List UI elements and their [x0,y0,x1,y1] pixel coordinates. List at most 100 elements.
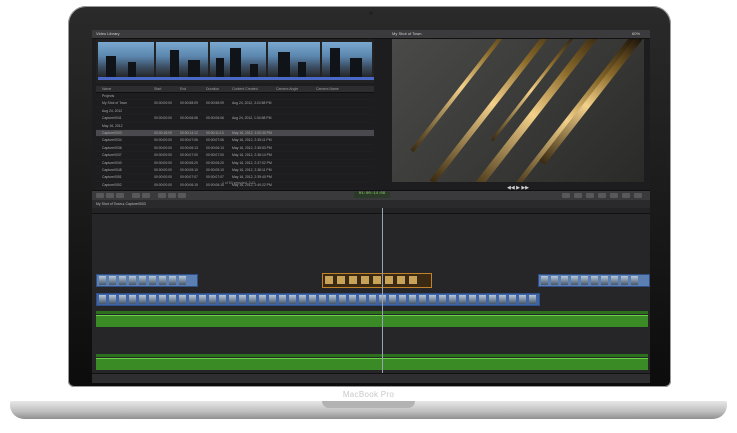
list-cell: Capture0036 [102,145,122,150]
audio-track-label [96,311,648,314]
list-cell: May 16, 2012, 2:39:40 PM [232,175,272,180]
column-header[interactable]: Start [154,87,161,91]
list-cell: 00:00:00:00 [154,116,172,121]
filmstrip-frame[interactable] [98,42,154,78]
list-cell: 00:00:07:07 [180,175,198,180]
music-button[interactable] [634,193,642,198]
append-button[interactable] [178,193,186,198]
column-header[interactable]: Name [102,87,111,91]
list-cell: 00:00:00:00 [154,167,172,172]
list-cell: Aug 24, 2012 [102,108,123,113]
list-cell: Capture0041 [102,116,122,121]
list-cell: May 16, 2012, 1:00:30 PM [232,130,272,135]
list-cell: 00:00:58:09 [180,101,198,106]
import-button[interactable] [96,193,104,198]
list-cell: 00:00:07:06 [180,138,198,143]
viewer-title: My Shot of Town [392,31,422,36]
list-cell: 00:00:06:06 [206,116,224,121]
list-cell: 00:00:06:20 [206,160,224,165]
list-item[interactable]: Capture0040 00:00:00:00 00:00:06:20 00:00:0… [96,160,374,167]
list-item[interactable]: Capture0041 00:00:00:00 00:00:06:06 00:00:0… [96,115,374,123]
list-cell: May 16, 2012 [102,123,123,128]
trim-tool-button[interactable] [142,193,150,198]
list-cell: 00:00:05:10 [206,167,224,172]
list-item[interactable]: Capture0034 00:00:00:00 00:00:07:06 00:00:0… [96,137,374,145]
filmstrip-frame[interactable] [210,42,266,78]
list-cell: 00:00:06:13 [180,145,198,150]
selection-range[interactable] [98,77,374,80]
column-header[interactable]: End [180,87,186,91]
list-item[interactable]: Capture0048 00:00:00:00 00:00:05:10 00:00:0… [96,167,374,175]
list-cell: 00:00:00:00 [154,138,172,143]
list-item[interactable]: Aug 24, 2012 [96,108,374,116]
titles-button[interactable] [586,193,594,198]
filmstrip-frame[interactable] [268,42,320,78]
timeline-header: My Shot of Town ▸ Capture0003 [92,200,650,208]
insert-button[interactable] [168,193,176,198]
color-button[interactable] [562,193,570,198]
column-header[interactable]: Camera Name [316,87,339,91]
transitions-button[interactable] [574,193,582,198]
list-cell: 00:00:00:00 [154,145,172,150]
list-cell: 00:00:07:07 [206,175,224,180]
list-cell: 00:00:06:13 [206,145,224,150]
list-cell: 00:00:00:00 [154,175,172,180]
title-bar: Video Library My Shot of Town 60% [92,30,650,39]
select-tool-button[interactable] [132,193,140,198]
list-cell: Aug 24, 2012, 3:24:58 PM [232,101,272,106]
keyword-button[interactable] [106,193,114,198]
list-cell: May 16, 2012, 2:37:02 PM [232,160,272,165]
list-cell: Capture0052 [102,182,122,187]
list-cell: 00:00:58:09 [206,101,224,106]
column-header[interactable]: Content Created [232,87,258,91]
list-item[interactable]: May 16, 2012 [96,123,374,130]
audio-clip[interactable] [96,315,648,327]
zoom-level[interactable]: 60% [632,31,640,36]
list-cell: My Shot of Town [102,101,128,106]
list-cell: 00:00:06:15 [180,182,198,187]
device-label: MacBook Pro [342,390,395,399]
app-window: Video Library My Shot of Town 60% Name S… [92,30,650,383]
connect-button[interactable] [158,193,166,198]
list-cell: May 16, 2012, 2:35:53 PM [232,145,272,150]
list-cell: May 16, 2012, 2:36:14 PM [232,153,272,158]
list-header: Name Start End Duration Content Created … [96,86,374,93]
filmstrip-frame[interactable] [322,42,372,78]
list-cell: May 16, 2012, 2:35:11 PM [232,138,272,143]
viewer[interactable] [392,39,644,182]
list-item[interactable]: Capture0036 00:00:00:00 00:00:06:13 00:00:0… [96,145,374,153]
generators-button[interactable] [598,193,606,198]
list-cell: 00:00:11:13 [206,130,224,135]
selected-clip[interactable] [322,273,432,288]
list-cell: 00:00:07:06 [206,138,224,143]
list-cell: Aug 24, 2012, 1:34:58 PM [232,116,272,121]
list-cell: Capture0048 [102,167,122,172]
photos-button[interactable] [622,193,630,198]
primary-storyline[interactable] [96,293,540,306]
themes-button[interactable] [610,193,618,198]
filmstrip-frame[interactable] [156,42,208,78]
timecode-display[interactable]: 01:00:14:09 [354,192,390,198]
list-item[interactable]: Projects [96,93,374,101]
playhead[interactable] [382,208,383,375]
library-title: Video Library [96,31,120,36]
camera-icon [369,11,373,15]
connected-clip[interactable] [96,274,198,287]
lid-notch [322,401,415,408]
list-cell: 00:00:14:12 [180,130,198,135]
analyze-button[interactable] [116,193,124,198]
list-item[interactable]: Capture0003 00:00:18:09 00:00:14:12 00:00:1… [96,129,374,138]
connected-clip[interactable] [538,274,650,287]
project-name: My Shot of Town ▸ Capture0003 [96,202,146,206]
list-item[interactable]: My Shot of Town 00:00:00:00 00:00:58:09 00:… [96,100,374,108]
clip-filmstrip[interactable] [96,39,374,83]
audio-clip[interactable] [96,358,648,370]
list-cell: Capture0003 [102,130,122,135]
timeline[interactable] [92,214,650,373]
list-item[interactable]: Capture0037 00:00:00:00 00:00:07:00 00:00:0… [96,152,374,160]
column-header[interactable]: Camera Angle [276,87,298,91]
list-cell: Capture0037 [102,153,122,158]
audio-track-label [96,354,648,357]
column-header[interactable]: Duration [206,87,219,91]
list-cell: Projects [102,94,115,98]
